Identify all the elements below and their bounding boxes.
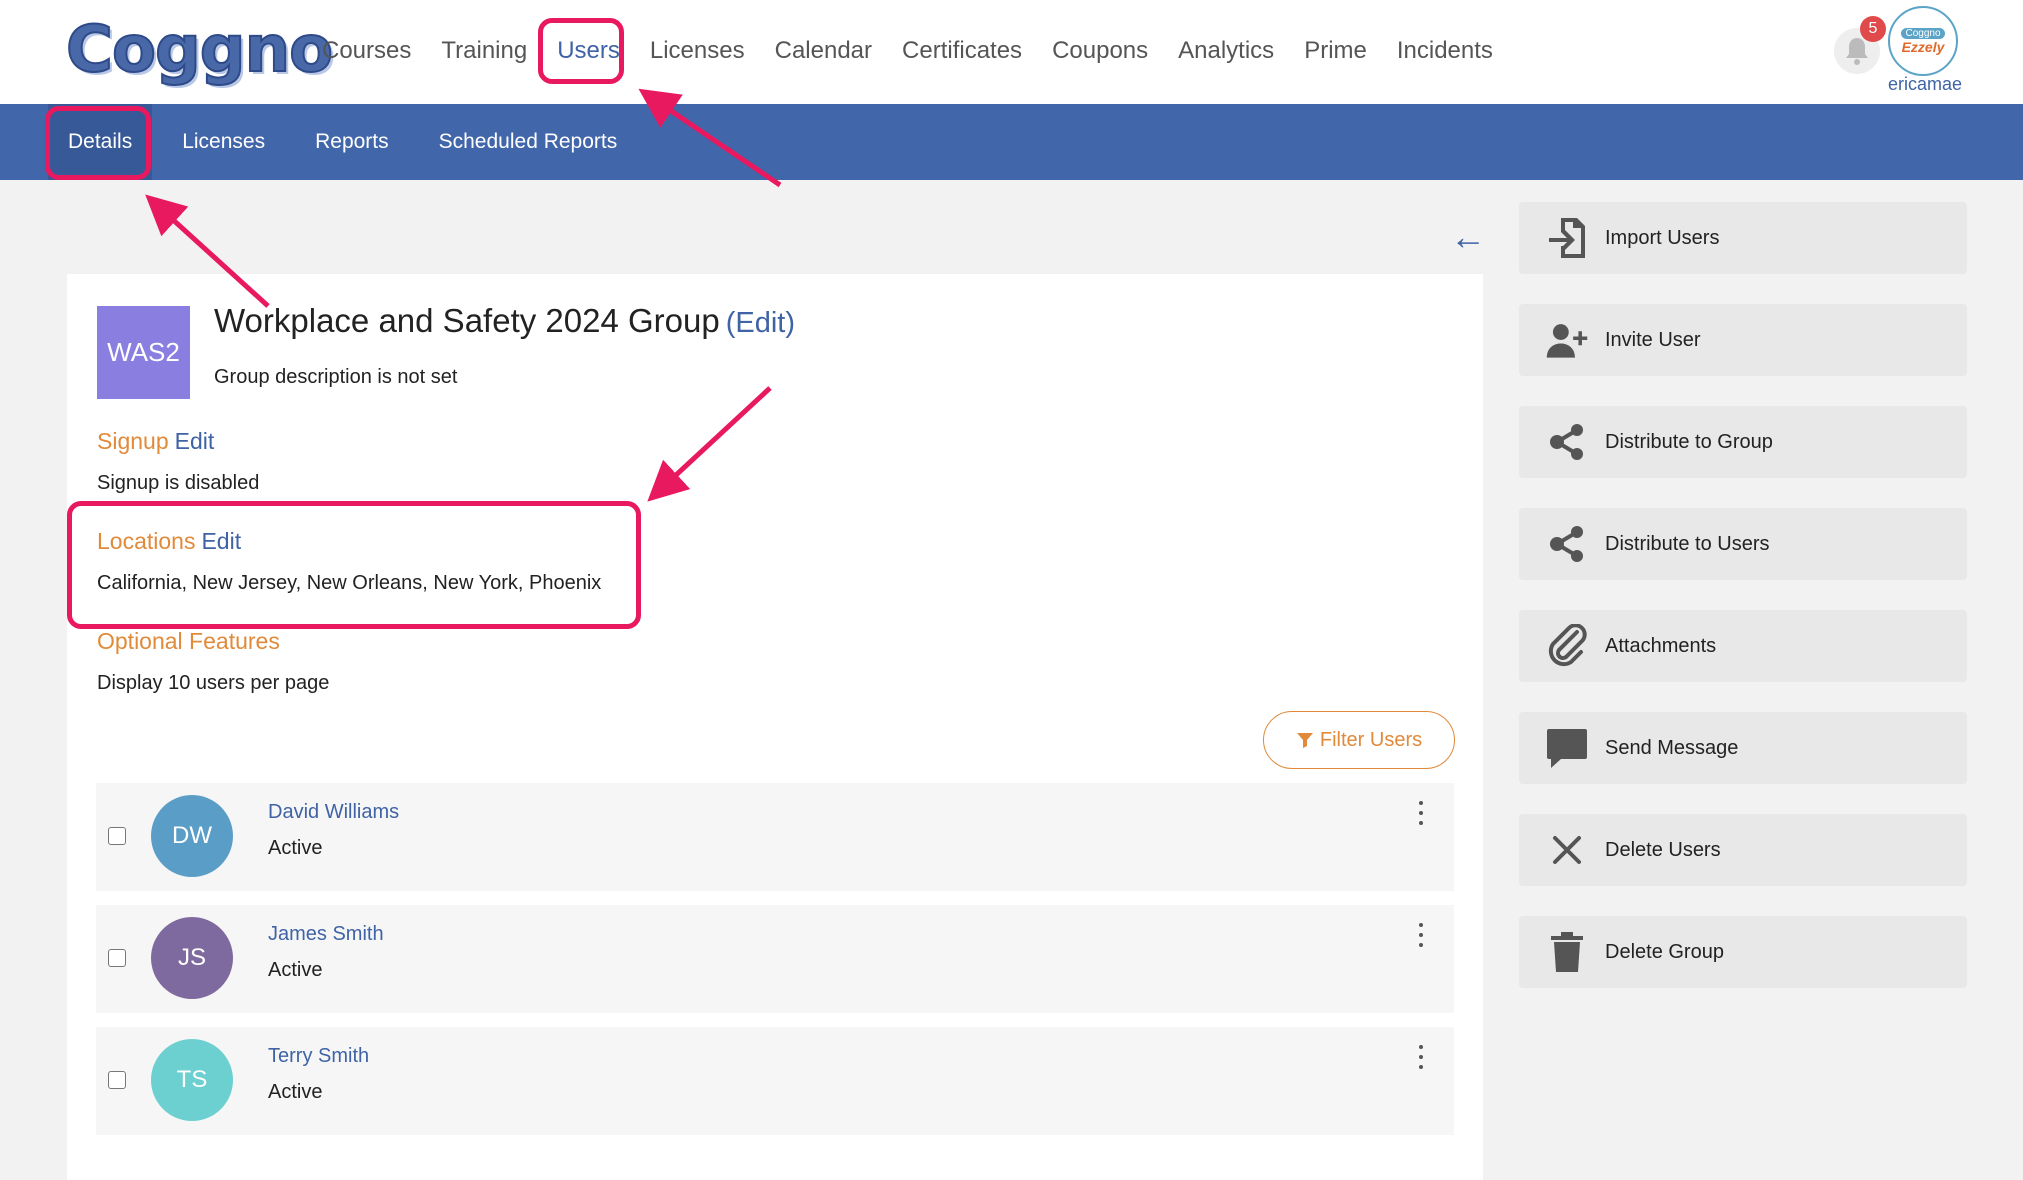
signup-edit-link[interactable]: Edit xyxy=(175,428,215,454)
group-title: Workplace and Safety 2024 Group (Edit) xyxy=(214,302,795,340)
group-description: Group description is not set xyxy=(214,366,458,388)
invite-user-button[interactable]: Invite User xyxy=(1519,304,1967,376)
nav-courses[interactable]: Courses xyxy=(322,34,411,68)
distribute-to-group-label: Distribute to Group xyxy=(1605,430,1773,453)
share-icon xyxy=(1545,420,1589,464)
send-message-button[interactable]: Send Message xyxy=(1519,712,1967,784)
user-status: Active xyxy=(268,959,323,981)
user-name-link[interactable]: Terry Smith xyxy=(268,1045,369,1068)
logo[interactable]: Coggno xyxy=(65,13,334,87)
signup-heading-text: Signup xyxy=(97,428,169,454)
close-icon xyxy=(1545,828,1589,872)
nav-prime[interactable]: Prime xyxy=(1304,34,1367,68)
user-checkbox[interactable] xyxy=(108,827,126,845)
edit-group-link[interactable]: (Edit) xyxy=(726,307,795,339)
attachments-label: Attachments xyxy=(1605,634,1717,657)
subnav-reports[interactable]: Reports xyxy=(295,104,409,180)
more-options-icon[interactable] xyxy=(1416,923,1426,947)
trash-icon xyxy=(1545,930,1589,974)
paperclip-icon xyxy=(1545,624,1589,668)
highlight-users-nav xyxy=(538,18,624,84)
nav-calendar[interactable]: Calendar xyxy=(775,34,872,68)
delete-group-label: Delete Group xyxy=(1605,940,1724,963)
user-status: Active xyxy=(268,1081,323,1103)
filter-icon xyxy=(1296,733,1313,748)
signup-heading: Signup Edit xyxy=(97,428,214,455)
main-nav: Courses Training Users Licenses Calendar… xyxy=(322,34,1493,68)
invite-user-label: Invite User xyxy=(1605,328,1701,351)
highlight-details-tab xyxy=(45,106,151,180)
user-avatar[interactable]: Coggno Ezzely xyxy=(1888,6,1958,76)
notification-count-badge: 5 xyxy=(1860,16,1886,42)
nav-coupons[interactable]: Coupons xyxy=(1052,34,1148,68)
delete-users-label: Delete Users xyxy=(1605,838,1721,861)
avatar-brand-top: Coggno xyxy=(1901,27,1945,39)
highlight-locations xyxy=(67,501,641,629)
add-user-icon xyxy=(1545,318,1589,362)
top-navbar: Coggno Courses Training Users Licenses C… xyxy=(0,0,2023,104)
import-icon xyxy=(1545,216,1589,260)
distribute-to-users-button[interactable]: Distribute to Users xyxy=(1519,508,1967,580)
back-arrow-icon[interactable]: ← xyxy=(1450,219,1486,255)
share-icon xyxy=(1545,522,1589,566)
nav-incidents[interactable]: Incidents xyxy=(1397,34,1493,68)
sub-navbar: Details Licenses Reports Scheduled Repor… xyxy=(0,104,2023,180)
optional-features-heading: Optional Features xyxy=(97,628,280,654)
signup-status: Signup is disabled xyxy=(97,472,260,494)
more-options-icon[interactable] xyxy=(1416,801,1426,825)
user-name-link[interactable]: James Smith xyxy=(268,923,384,946)
subnav-scheduled-reports[interactable]: Scheduled Reports xyxy=(419,104,638,180)
nav-licenses[interactable]: Licenses xyxy=(650,34,745,68)
import-users-label: Import Users xyxy=(1605,226,1720,249)
group-tile: WAS2 xyxy=(97,306,190,399)
send-message-label: Send Message xyxy=(1605,736,1739,759)
filter-users-label: Filter Users xyxy=(1319,728,1423,751)
delete-users-button[interactable]: Delete Users xyxy=(1519,814,1967,886)
user-avatar-initials: TS xyxy=(151,1039,233,1121)
delete-group-button[interactable]: Delete Group xyxy=(1519,916,1967,988)
distribute-to-users-label: Distribute to Users xyxy=(1605,532,1770,555)
optional-features-text: Display 10 users per page xyxy=(97,672,330,694)
user-row[interactable]: DW David Williams Active xyxy=(96,783,1454,891)
nav-training[interactable]: Training xyxy=(441,34,527,68)
user-avatar-initials: JS xyxy=(151,917,233,999)
avatar-brand: Ezzely xyxy=(1901,38,1945,55)
import-users-button[interactable]: Import Users xyxy=(1519,202,1967,274)
nav-analytics[interactable]: Analytics xyxy=(1178,34,1274,68)
user-row[interactable]: JS James Smith Active xyxy=(96,905,1454,1013)
group-title-text: Workplace and Safety 2024 Group xyxy=(214,302,720,339)
subnav-licenses[interactable]: Licenses xyxy=(162,104,285,180)
message-icon xyxy=(1545,726,1589,770)
attachments-button[interactable]: Attachments xyxy=(1519,610,1967,682)
user-name-link[interactable]: David Williams xyxy=(268,801,399,824)
user-avatar-initials: DW xyxy=(151,795,233,877)
more-options-icon[interactable] xyxy=(1416,1045,1426,1069)
user-checkbox[interactable] xyxy=(108,1071,126,1089)
username[interactable]: ericamae xyxy=(1882,74,1968,95)
user-checkbox[interactable] xyxy=(108,949,126,967)
user-row[interactable]: TS Terry Smith Active xyxy=(96,1027,1454,1135)
filter-users-button[interactable]: Filter Users xyxy=(1263,711,1455,769)
user-status: Active xyxy=(268,837,323,859)
nav-certificates[interactable]: Certificates xyxy=(902,34,1022,68)
distribute-to-group-button[interactable]: Distribute to Group xyxy=(1519,406,1967,478)
